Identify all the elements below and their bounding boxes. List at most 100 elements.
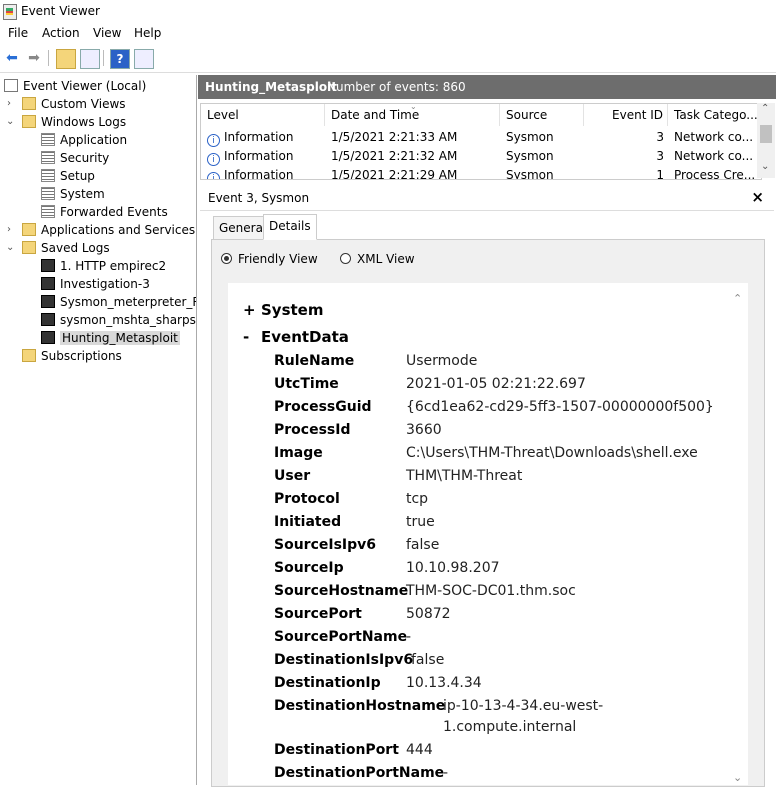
chevron-right-icon[interactable]: ›	[7, 98, 11, 109]
field-value: 3660	[406, 422, 442, 438]
field-value: false	[406, 537, 440, 553]
chevron-down-icon[interactable]: ⌄	[6, 242, 14, 253]
friendly-view-radio[interactable]: Friendly View	[221, 251, 318, 267]
menu-help[interactable]: Help	[134, 26, 161, 40]
field-value: THM-SOC-DC01.thm.soc	[406, 583, 576, 599]
field-key: SourceIsIpv6	[274, 537, 377, 553]
tree-saved-log[interactable]: Investigation-3	[41, 275, 150, 293]
scroll-up-icon[interactable]: ⌃	[733, 292, 742, 305]
field-value: true	[406, 514, 435, 530]
field-value: 2021-01-05 02:21:22.697	[406, 376, 586, 392]
log-name: Hunting_Metasploit	[205, 80, 337, 94]
folder-icon	[22, 97, 36, 110]
field-key: Protocol	[274, 491, 340, 507]
event-detail-header: Event 3, Sysmon ×	[200, 186, 774, 211]
menu-view[interactable]: View	[93, 26, 121, 40]
help-icon[interactable]: ?	[110, 49, 130, 69]
system-expand-toggle[interactable]: +	[243, 301, 256, 319]
tree-item-application[interactable]: Application	[41, 131, 127, 149]
column-header-event-id[interactable]: Event ID	[584, 104, 668, 126]
toolbar: ⬅ ➡ ?	[0, 46, 776, 73]
field-key: DestinationIsIpv6	[274, 652, 414, 668]
action-pane-icon[interactable]	[134, 49, 154, 69]
field-key: SourceIp	[274, 560, 344, 576]
chevron-down-icon[interactable]: ⌄	[6, 116, 14, 127]
field-key: DestinationPortName	[274, 765, 445, 781]
tree-custom-views[interactable]: Custom Views	[22, 95, 126, 113]
eventdata-section-label[interactable]: EventData	[261, 328, 349, 346]
tree-saved-log[interactable]: Sysmon_meterpreter_Ref	[41, 293, 196, 311]
field-value: 10.13.4.34	[406, 675, 482, 691]
tree-saved-logs[interactable]: Saved Logs	[22, 239, 110, 257]
log-icon	[41, 151, 55, 164]
xml-view-radio[interactable]: XML View	[340, 251, 415, 267]
tree-item-forwarded-events[interactable]: Forwarded Events	[41, 203, 168, 221]
field-key: DestinationHostname	[274, 698, 446, 714]
events-grid: Level Date and Time ⌄ Source Event ID Ta…	[200, 103, 762, 180]
tree-root[interactable]: Event Viewer (Local)	[4, 77, 146, 95]
forward-arrow-icon[interactable]: ➡	[25, 49, 43, 67]
scroll-down-icon[interactable]: ⌄	[761, 161, 769, 172]
event-viewer-icon	[4, 79, 18, 92]
title-bar: Event Viewer	[0, 0, 776, 24]
open-folder-icon[interactable]	[56, 49, 76, 69]
menu-action[interactable]: Action	[42, 26, 80, 40]
field-key: Initiated	[274, 514, 342, 530]
log-icon	[41, 133, 55, 146]
tree-item-system[interactable]: System	[41, 185, 105, 203]
show-hide-tree-icon[interactable]	[80, 49, 100, 69]
radio-unselected-icon	[340, 253, 351, 264]
close-icon[interactable]: ×	[751, 188, 764, 206]
field-value-continued: 1.compute.internal	[443, 719, 577, 735]
field-value: tcp	[406, 491, 429, 507]
field-value: 50872	[406, 606, 451, 622]
field-key: UtcTime	[274, 376, 339, 392]
tree-windows-logs[interactable]: Windows Logs	[22, 113, 126, 131]
information-icon: i	[207, 153, 220, 166]
field-key: SourceHostname	[274, 583, 409, 599]
folder-icon	[22, 349, 36, 362]
field-key: Image	[274, 445, 323, 461]
event-viewer-app-icon	[3, 4, 17, 20]
field-key: User	[274, 468, 311, 484]
event-detail-title: Event 3, Sysmon	[208, 191, 310, 205]
tree-saved-log[interactable]: sysmon_mshta_sharpsho	[41, 311, 196, 329]
tree-subscriptions[interactable]: Subscriptions	[22, 347, 122, 365]
column-header-task[interactable]: Task Catego...	[668, 104, 761, 126]
scroll-down-icon[interactable]: ⌄	[733, 771, 742, 784]
tab-details[interactable]: Details	[263, 214, 317, 240]
log-icon	[41, 187, 55, 200]
tree-apps-services[interactable]: Applications and Services Lo	[22, 221, 196, 239]
folder-icon	[22, 223, 36, 236]
saved-log-icon	[41, 259, 55, 272]
tree-item-security[interactable]: Security	[41, 149, 109, 167]
chevron-right-icon[interactable]: ›	[7, 224, 11, 235]
field-key: DestinationIp	[274, 675, 381, 691]
events-scrollbar[interactable]: ⌃ ⌄	[757, 103, 775, 178]
system-section-label[interactable]: System	[261, 301, 323, 319]
tree-item-setup[interactable]: Setup	[41, 167, 95, 185]
folder-icon	[22, 115, 36, 128]
radio-selected-icon	[221, 253, 232, 264]
scrollbar-thumb[interactable]	[760, 125, 772, 143]
tree-saved-log-selected[interactable]: Hunting_Metasploit	[41, 329, 180, 347]
saved-log-icon	[41, 277, 55, 290]
column-header-level[interactable]: Level	[201, 104, 325, 126]
field-key: SourcePort	[274, 606, 362, 622]
menu-file[interactable]: File	[8, 26, 28, 40]
eventdata-collapse-toggle[interactable]: -	[243, 328, 249, 346]
log-icon	[41, 205, 55, 218]
menu-bar: File Action View Help	[0, 24, 776, 44]
log-icon	[41, 169, 55, 182]
column-header-source[interactable]: Source	[500, 104, 584, 126]
information-icon: i	[207, 134, 220, 147]
field-key: SourcePortName	[274, 629, 408, 645]
tree-saved-log[interactable]: 1. HTTP empirec2	[41, 257, 166, 275]
toolbar-separator	[48, 50, 49, 66]
toolbar-separator	[103, 50, 104, 66]
sort-arrow-icon: ⌄	[410, 103, 417, 111]
saved-log-icon	[41, 331, 55, 344]
back-arrow-icon[interactable]: ⬅	[3, 49, 21, 67]
saved-log-icon	[41, 295, 55, 308]
scroll-up-icon[interactable]: ⌃	[761, 103, 769, 114]
